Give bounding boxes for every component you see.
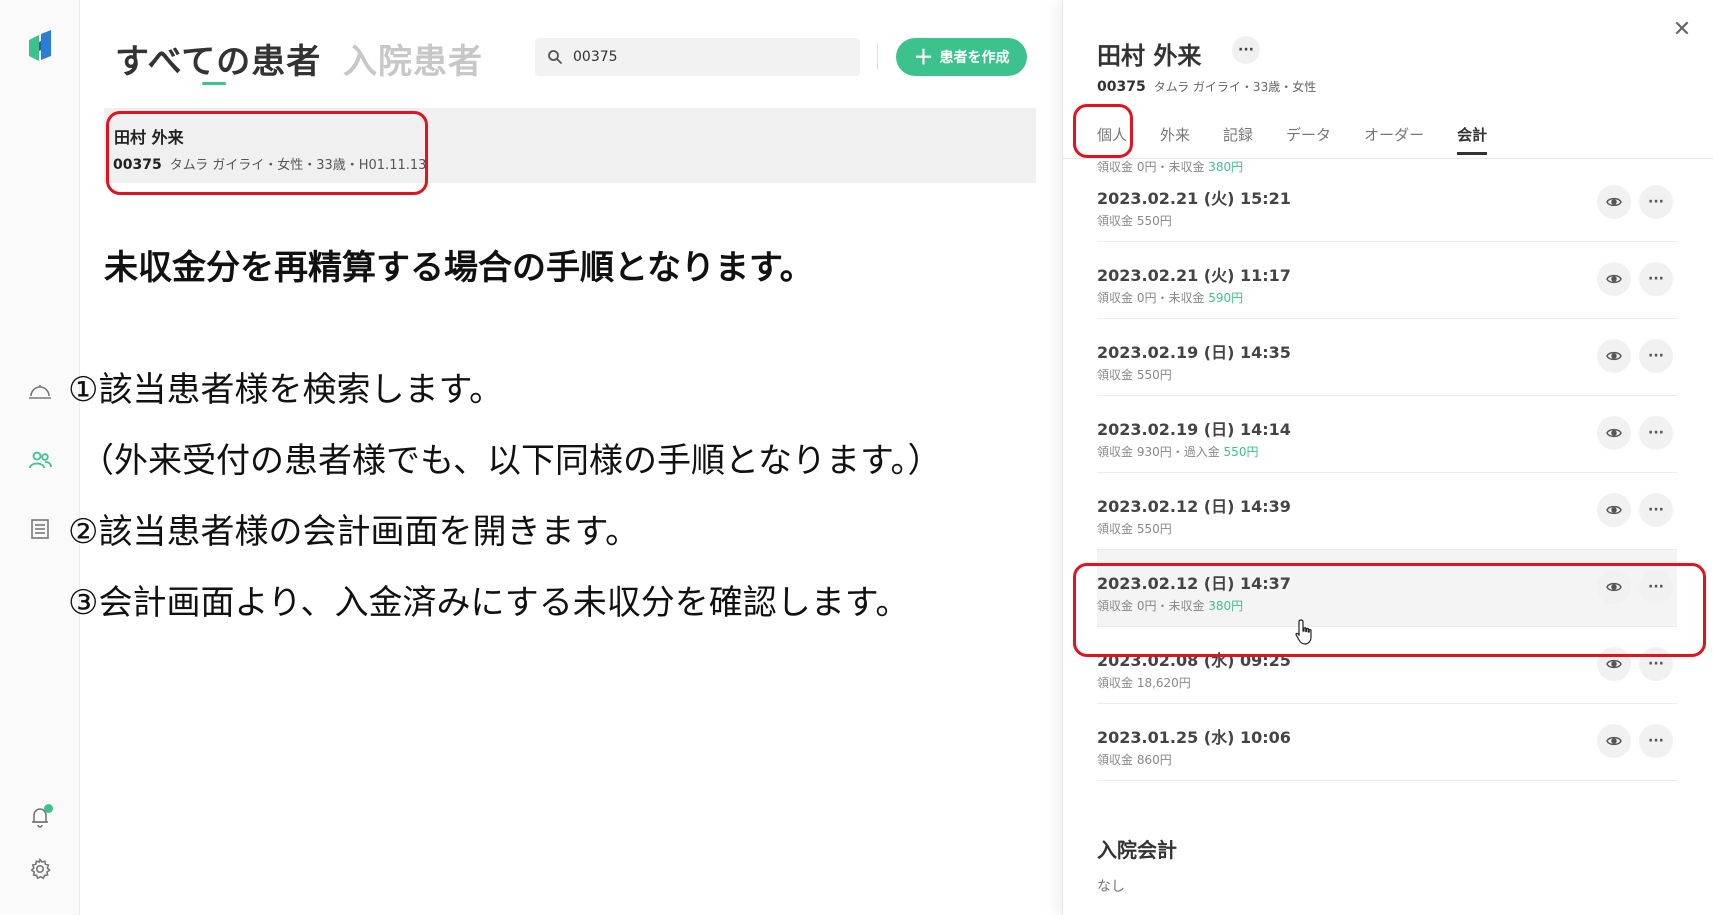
instruction-heading: 未収金分を再精算する場合の手順となります。 xyxy=(104,248,814,288)
reception-bell-icon[interactable] xyxy=(27,378,53,404)
panel-tabs: 個人 外来 記録 データ オーダー 会計 xyxy=(1097,124,1520,155)
tab-orders[interactable]: オーダー xyxy=(1364,124,1424,145)
tab-all-patients[interactable]: すべての患者 xyxy=(115,34,321,83)
inpatient-accounting-title: 入院会計 xyxy=(1097,838,1177,862)
tab-outpatient[interactable]: 外来 xyxy=(1160,124,1190,145)
accounting-list: 2023.02.21 (火) 15:21 領収金 550円 ··· 2023.02.2… xyxy=(1097,159,1677,807)
search-icon xyxy=(548,50,563,65)
record-amounts: 領収金 550円 xyxy=(1097,368,1172,382)
tab-active-indicator xyxy=(202,82,226,85)
accounting-record[interactable]: 2023.02.21 (火) 15:21 領収金 550円 ··· xyxy=(1097,165,1677,242)
view-eye-icon[interactable] xyxy=(1597,416,1631,450)
patient-detail-panel: ✕ 田村 外来 ··· 00375 タムラ ガイライ・33歳・女性 個人 外来 記… xyxy=(1062,0,1713,915)
accounting-record[interactable]: 2023.02.12 (日) 14:39 領収金 550円 ··· xyxy=(1097,473,1677,550)
tab-data[interactable]: データ xyxy=(1286,124,1331,145)
inpatient-accounting-empty: なし xyxy=(1097,879,1125,895)
step-1: ①該当患者様を検索します。 xyxy=(68,370,504,410)
record-date: 2023.02.19 (日) 14:14 xyxy=(1097,420,1291,439)
record-amounts: 領収金 550円 xyxy=(1097,522,1172,536)
gear-icon[interactable] xyxy=(27,856,53,882)
record-more-icon[interactable]: ··· xyxy=(1639,416,1673,450)
sidebar xyxy=(0,0,80,915)
highlight-box-tab xyxy=(1073,104,1133,158)
hand-cursor-icon xyxy=(1294,618,1316,650)
view-eye-icon[interactable] xyxy=(1597,724,1631,758)
close-icon[interactable]: ✕ xyxy=(1669,16,1695,42)
search-box[interactable] xyxy=(535,38,860,76)
record-amounts: 領収金 18,620円 xyxy=(1097,676,1191,690)
record-date: 2023.02.21 (火) 11:17 xyxy=(1097,266,1291,285)
record-date: 2023.02.19 (日) 14:35 xyxy=(1097,343,1291,362)
accounting-record[interactable]: 2023.02.19 (日) 14:35 領収金 550円 ··· xyxy=(1097,319,1677,396)
step-note: （外来受付の患者様でも、以下同様の手順となります。） xyxy=(80,441,942,481)
notification-dot xyxy=(44,804,53,813)
logo[interactable] xyxy=(27,30,53,66)
accounting-record[interactable]: 2023.02.21 (火) 11:17 領収金 0円・未収金 590円 ··· xyxy=(1097,242,1677,319)
patients-icon[interactable] xyxy=(27,447,53,473)
record-amounts: 領収金 860円 xyxy=(1097,753,1172,767)
tab-accounting[interactable]: 会計 xyxy=(1457,124,1488,155)
search-input[interactable] xyxy=(573,49,843,65)
create-patient-label: 患者を作成 xyxy=(939,50,1010,66)
record-date: 2023.01.25 (水) 10:06 xyxy=(1097,728,1291,747)
accounting-record[interactable]: 2023.02.19 (日) 14:14 領収金 930円・過入金 550円 ··· xyxy=(1097,396,1677,473)
record-date: 2023.02.21 (火) 15:21 xyxy=(1097,189,1291,208)
record-amounts: 領収金 930円・過入金 550円 xyxy=(1097,445,1259,459)
view-eye-icon[interactable] xyxy=(1597,339,1631,373)
record-date: 2023.02.12 (日) 14:39 xyxy=(1097,497,1291,516)
record-more-icon[interactable]: ··· xyxy=(1639,339,1673,373)
record-more-icon[interactable]: ··· xyxy=(1639,493,1673,527)
divider xyxy=(877,44,878,70)
panel-patient-name: 田村 外来 xyxy=(1097,42,1202,70)
panel-patient-meta: 00375 タムラ ガイライ・33歳・女性 xyxy=(1097,78,1316,95)
tab-inpatients[interactable]: 入院患者 xyxy=(343,34,483,83)
panel-patient-id: 00375 xyxy=(1097,79,1146,95)
record-more-icon[interactable]: ··· xyxy=(1639,185,1673,219)
record-more-icon[interactable]: ··· xyxy=(1639,262,1673,296)
record-more-icon[interactable]: ··· xyxy=(1639,724,1673,758)
plus-icon: ＋ xyxy=(913,45,934,69)
main-content: すべての患者 入院患者 ＋ 患者を作成 田村 外来 00375タムラ ガイライ・… xyxy=(68,0,1062,915)
view-eye-icon[interactable] xyxy=(1597,493,1631,527)
records-icon[interactable] xyxy=(27,516,53,542)
view-eye-icon[interactable] xyxy=(1597,262,1631,296)
step-3: ③会計画面より、入金済みにする未収分を確認します。 xyxy=(68,583,910,623)
create-patient-button[interactable]: ＋ 患者を作成 xyxy=(896,38,1027,76)
notification-bell-icon[interactable] xyxy=(27,804,53,830)
panel-patient-details: タムラ ガイライ・33歳・女性 xyxy=(1153,80,1317,94)
tab-records[interactable]: 記録 xyxy=(1223,124,1253,145)
step-2: ②該当患者様の会計画面を開きます。 xyxy=(68,512,640,552)
accounting-record[interactable]: 2023.01.25 (水) 10:06 領収金 860円 ··· xyxy=(1097,704,1677,781)
view-eye-icon[interactable] xyxy=(1597,185,1631,219)
highlight-box-patient xyxy=(106,111,428,195)
highlight-box-record xyxy=(1073,563,1706,657)
panel-more-button[interactable]: ··· xyxy=(1232,36,1260,64)
record-amounts: 領収金 550円 xyxy=(1097,214,1172,228)
record-amounts: 領収金 0円・未収金 590円 xyxy=(1097,291,1244,305)
